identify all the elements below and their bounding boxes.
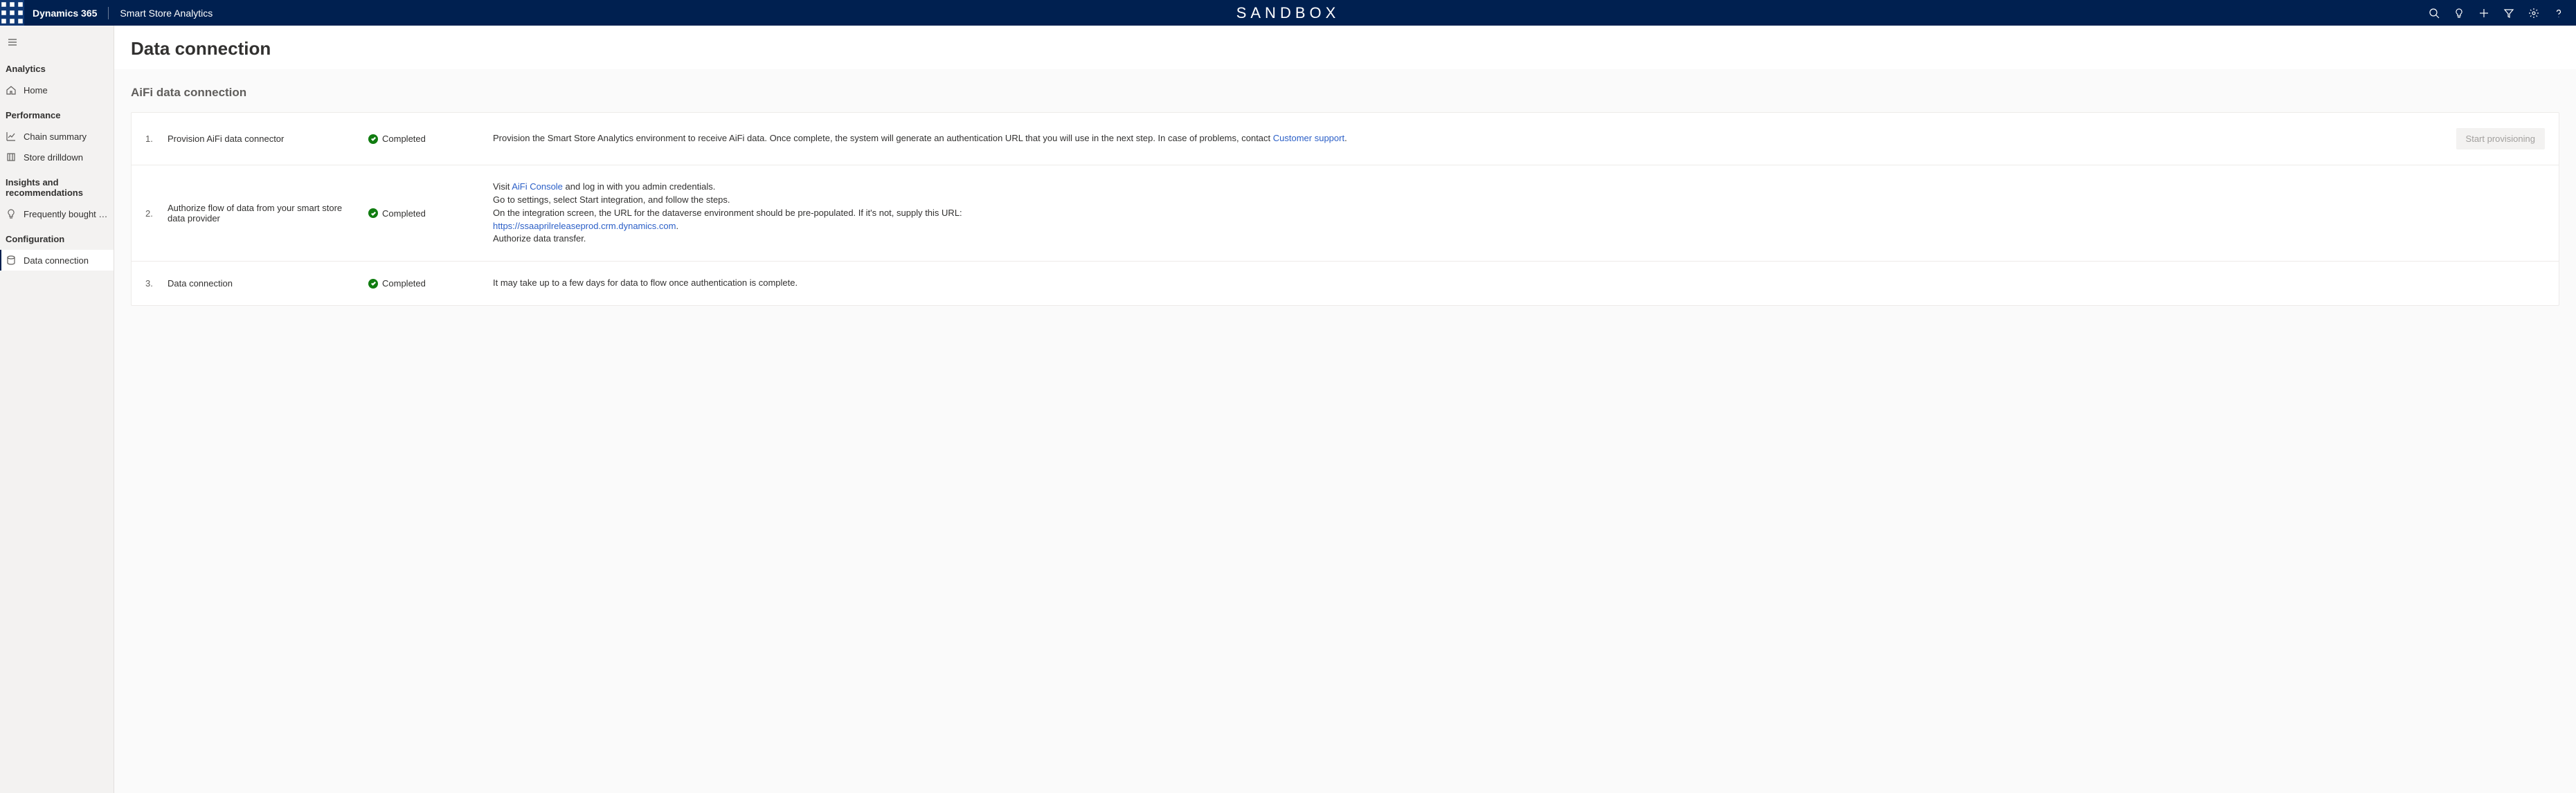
sidebar-item-label: Frequently bought t...: [24, 209, 108, 219]
add-button[interactable]: [2472, 0, 2496, 26]
waffle-icon: [0, 1, 24, 25]
app-name[interactable]: Smart Store Analytics: [111, 8, 221, 19]
insights-button[interactable]: [2447, 0, 2471, 26]
sidebar-item-store-drilldown[interactable]: Store drilldown: [0, 147, 114, 167]
store-icon: [6, 152, 17, 163]
environment-badge: SANDBOX: [1236, 4, 1340, 22]
filter-icon: [2503, 8, 2514, 19]
step-title: Data connection: [168, 278, 368, 289]
sidebar-item-chain-summary[interactable]: Chain summary: [0, 126, 114, 147]
sidebar-toggle-button[interactable]: [0, 33, 114, 54]
nav-group-configuration: Configuration: [0, 224, 114, 250]
hamburger-icon: [7, 37, 18, 48]
sidebar-item-frequently-bought[interactable]: Frequently bought t...: [0, 203, 114, 224]
home-icon: [6, 84, 17, 95]
sidebar-item-label: Chain summary: [24, 131, 87, 142]
step-title: Provision AiFi data connector: [168, 134, 368, 144]
aifi-console-link[interactable]: AiFi Console: [512, 181, 563, 192]
sidebar-item-data-connection[interactable]: Data connection: [0, 250, 114, 271]
page-title: Data connection: [131, 38, 2559, 60]
step-status: Completed: [368, 278, 493, 289]
start-provisioning-button: Start provisioning: [2456, 128, 2545, 149]
main-content: Data connection AiFi data connection 1. …: [114, 26, 2576, 793]
section-title: AiFi data connection: [114, 69, 2576, 112]
help-icon: [2553, 8, 2564, 19]
step-status: Completed: [368, 134, 493, 144]
sidebar-item-home[interactable]: Home: [0, 80, 114, 100]
vertical-divider: [108, 7, 109, 19]
status-label: Completed: [382, 278, 426, 289]
sidebar-item-label: Data connection: [24, 255, 89, 266]
search-icon: [2429, 8, 2440, 19]
step-description: Visit AiFi Console and log in with you a…: [493, 181, 2441, 246]
step-number: 1.: [145, 134, 168, 144]
help-button[interactable]: [2547, 0, 2570, 26]
step-title: Authorize flow of data from your smart s…: [168, 203, 368, 224]
step-2: 2. Authorize flow of data from your smar…: [132, 165, 2559, 262]
check-icon: [368, 279, 378, 289]
step-3: 3. Data connection Completed It may take…: [132, 262, 2559, 305]
sidebar: Analytics Home Performance Chain summary…: [0, 26, 114, 793]
chart-icon: [6, 131, 17, 142]
settings-button[interactable]: [2522, 0, 2546, 26]
search-button[interactable]: [2422, 0, 2446, 26]
check-icon: [368, 134, 378, 144]
data-icon: [6, 255, 17, 266]
gear-icon: [2528, 8, 2539, 19]
sidebar-item-label: Store drilldown: [24, 152, 83, 163]
step-number: 3.: [145, 278, 168, 289]
top-nav-bar: Dynamics 365 Smart Store Analytics SANDB…: [0, 0, 2576, 26]
bulb-icon: [6, 208, 17, 219]
status-label: Completed: [382, 134, 426, 144]
check-icon: [368, 208, 378, 218]
step-description: Provision the Smart Store Analytics envi…: [493, 132, 2441, 145]
step-1: 1. Provision AiFi data connector Complet…: [132, 113, 2559, 165]
steps-card: 1. Provision AiFi data connector Complet…: [131, 112, 2559, 306]
brand-name[interactable]: Dynamics 365: [24, 8, 105, 19]
nav-group-insights: Insights and recommendations: [0, 167, 114, 203]
step-status: Completed: [368, 208, 493, 219]
filter-button[interactable]: [2497, 0, 2521, 26]
bulb-icon: [2453, 8, 2465, 19]
step-description: It may take up to a few days for data to…: [493, 277, 2441, 290]
nav-group-performance: Performance: [0, 100, 114, 126]
status-label: Completed: [382, 208, 426, 219]
dataverse-url-link[interactable]: https://ssaaprilreleaseprod.crm.dynamics…: [493, 221, 676, 231]
customer-support-link[interactable]: Customer support: [1273, 133, 1344, 143]
step-number: 2.: [145, 208, 168, 219]
sidebar-item-label: Home: [24, 85, 48, 95]
nav-group-analytics: Analytics: [0, 54, 114, 80]
app-launcher-button[interactable]: [0, 0, 24, 26]
plus-icon: [2478, 8, 2489, 19]
